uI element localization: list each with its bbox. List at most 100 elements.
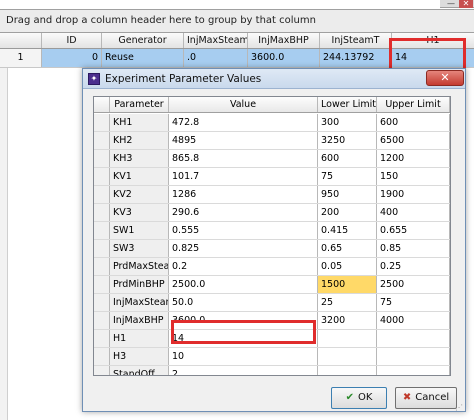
cell-upper-limit[interactable]: 400 <box>377 204 450 221</box>
cell-lower-limit[interactable] <box>318 366 377 375</box>
cell-value[interactable]: 290.6 <box>169 204 318 221</box>
cell-parameter[interactable]: KH2 <box>110 132 169 149</box>
column-header-generator[interactable]: Generator <box>102 33 184 48</box>
cancel-button[interactable]: ✖ Cancel <box>395 387 457 409</box>
cell-parameter[interactable]: KV3 <box>110 204 169 221</box>
cell-lower-limit[interactable]: 0.65 <box>318 240 377 257</box>
row-header <box>94 168 110 185</box>
cell-upper-limit[interactable]: 4000 <box>377 312 450 329</box>
cell-upper-limit[interactable] <box>377 330 450 347</box>
cell-lower-limit[interactable]: 0.05 <box>318 258 377 275</box>
ok-button[interactable]: ✔ OK <box>331 387 387 409</box>
resize-grip-icon[interactable]: ⋰ <box>455 403 463 412</box>
table-row[interactable]: KH1 472.8 300 600 <box>94 114 450 132</box>
cell-value[interactable]: 865.8 <box>169 150 318 167</box>
cell-upper-limit[interactable]: 0.25 <box>377 258 450 275</box>
column-header-injmaxsteam[interactable]: InjMaxSteam <box>184 33 248 48</box>
cell-upper-limit[interactable]: 0.655 <box>377 222 450 239</box>
cell-lower-limit[interactable] <box>318 330 377 347</box>
cell-parameter[interactable]: InjMaxSteam <box>110 294 169 311</box>
cell-parameter[interactable]: H3 <box>110 348 169 365</box>
cell-parameter[interactable]: KH3 <box>110 150 169 167</box>
cell-lower-limit[interactable] <box>318 348 377 365</box>
row-index: 1 <box>0 49 42 67</box>
cell-value[interactable]: 0.555 <box>169 222 318 239</box>
dialog-close-button[interactable]: ✕ <box>426 70 464 86</box>
table-row[interactable]: KH3 865.8 600 1200 <box>94 150 450 168</box>
table-row[interactable]: H3 10 <box>94 348 450 366</box>
cell-value[interactable]: 4895 <box>169 132 318 149</box>
table-row[interactable]: KV1 101.7 75 150 <box>94 168 450 186</box>
cell-value[interactable]: 0.825 <box>169 240 318 257</box>
cell-lower-limit[interactable]: 3250 <box>318 132 377 149</box>
cell-value[interactable]: 50.0 <box>169 294 318 311</box>
column-header-injsteamt[interactable]: InjSteamT <box>320 33 392 48</box>
cell-upper-limit[interactable] <box>377 348 450 365</box>
cell-upper-limit[interactable]: 1900 <box>377 186 450 203</box>
column-header-lower-limit[interactable]: Lower Limit <box>318 97 377 112</box>
table-row[interactable]: SW3 0.825 0.65 0.85 <box>94 240 450 258</box>
cell-lower-limit[interactable]: 25 <box>318 294 377 311</box>
cell-lower-limit[interactable]: 600 <box>318 150 377 167</box>
cell-upper-limit[interactable]: 150 <box>377 168 450 185</box>
vertical-scrollbar[interactable]: ▲ ▼ <box>450 97 451 376</box>
column-header-value[interactable]: Value <box>169 97 318 112</box>
cell-value[interactable]: 10 <box>169 348 318 365</box>
cell-lower-limit[interactable]: 0.415 <box>318 222 377 239</box>
cell-parameter[interactable]: SW3 <box>110 240 169 257</box>
table-row[interactable]: StandOff 2 <box>94 366 450 375</box>
table-row[interactable]: PrdMaxSteam0.20.050.25 <box>94 258 450 276</box>
table-row[interactable]: InjMaxSteam 50.0 25 75 <box>94 294 450 312</box>
cell-injmaxbhp[interactable]: 3600.0 <box>248 49 320 67</box>
cancel-label: Cancel <box>415 392 450 403</box>
table-row[interactable]: SW1 0.555 0.415 0.655 <box>94 222 450 240</box>
cell-id[interactable]: 0 <box>42 49 102 67</box>
column-header-injmaxbhp[interactable]: InjMaxBHP <box>248 33 320 48</box>
cell-upper-limit[interactable]: 0.85 <box>377 240 450 257</box>
cell-value[interactable]: 1286 <box>169 186 318 203</box>
column-header-parameter[interactable]: Parameter <box>110 97 169 112</box>
cell-lower-limit[interactable]: 3200 <box>318 312 377 329</box>
cell-lower-limit[interactable]: 200 <box>318 204 377 221</box>
cell-lower-limit[interactable]: 1500 <box>318 276 377 293</box>
cell-upper-limit[interactable]: 2500 <box>377 276 450 293</box>
cell-parameter[interactable]: SW1 <box>110 222 169 239</box>
cell-value[interactable]: 472.8 <box>169 114 318 131</box>
cell-value[interactable]: 0.2 <box>169 258 318 275</box>
cell-lower-limit[interactable]: 300 <box>318 114 377 131</box>
cell-parameter[interactable]: KH1 <box>110 114 169 131</box>
cell-value[interactable]: 101.7 <box>169 168 318 185</box>
cell-value[interactable]: 2 <box>169 366 318 375</box>
row-header <box>94 186 110 203</box>
cell-upper-limit[interactable]: 75 <box>377 294 450 311</box>
close-icon[interactable]: ✕ <box>459 0 473 8</box>
ok-label: OK <box>357 392 373 403</box>
cell-upper-limit[interactable]: 1200 <box>377 150 450 167</box>
cell-injmaxsteam[interactable]: .0 <box>184 49 248 67</box>
cell-parameter[interactable]: KV2 <box>110 186 169 203</box>
dialog-titlebar[interactable]: ✦ Experiment Parameter Values ✕ <box>83 69 465 89</box>
cell-injsteamt[interactable]: 244.13792 <box>320 49 392 67</box>
table-row[interactable]: KV3 290.6 200 400 <box>94 204 450 222</box>
cell-lower-limit[interactable]: 950 <box>318 186 377 203</box>
column-header-upper-limit[interactable]: Upper Limit <box>377 97 450 112</box>
cell-lower-limit[interactable]: 75 <box>318 168 377 185</box>
cell-parameter[interactable]: PrdMinBHP <box>110 276 169 293</box>
column-header-id[interactable]: ID <box>42 33 102 48</box>
cell-parameter[interactable]: KV1 <box>110 168 169 185</box>
cell-parameter[interactable]: StandOff <box>110 366 169 375</box>
dialog-title: Experiment Parameter Values <box>105 73 262 85</box>
minimize-icon[interactable]: — <box>446 0 456 8</box>
cell-value[interactable]: 2500.0 <box>169 276 318 293</box>
cell-upper-limit[interactable]: 6500 <box>377 132 450 149</box>
cell-parameter[interactable]: PrdMaxSteam <box>110 258 169 275</box>
cell-parameter[interactable]: InjMaxBHP <box>110 312 169 329</box>
cell-generator[interactable]: Reuse <box>102 49 184 67</box>
cell-parameter[interactable]: H1 <box>110 330 169 347</box>
cell-upper-limit[interactable]: 600 <box>377 114 450 131</box>
table-row[interactable]: KH2 4895 3250 6500 <box>94 132 450 150</box>
cell-upper-limit[interactable] <box>377 366 450 375</box>
table-row[interactable]: KV2 1286 950 1900 <box>94 186 450 204</box>
table-row[interactable]: PrdMinBHP 2500.0 1500 2500 <box>94 276 450 294</box>
group-by-panel[interactable]: Drag and drop a column header here to gr… <box>0 9 474 33</box>
